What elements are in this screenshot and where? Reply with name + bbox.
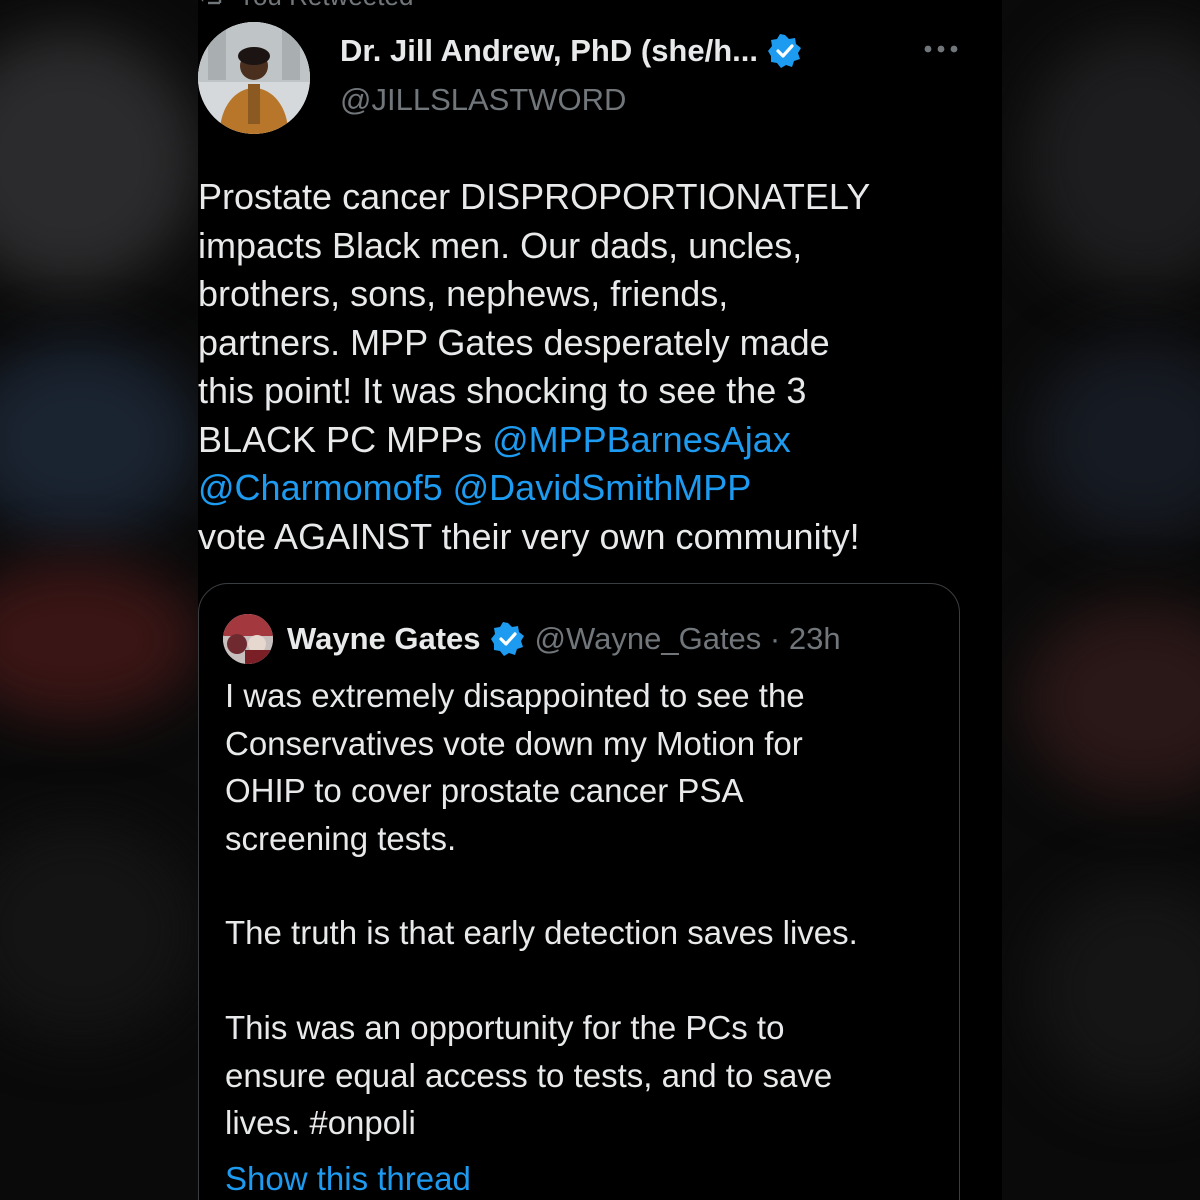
show-thread-link[interactable]: Show this thread bbox=[225, 1160, 471, 1198]
author-avatar[interactable] bbox=[198, 22, 310, 134]
quoted-tweet-header: Wayne Gates @Wayne_Gates · 23h bbox=[223, 614, 841, 664]
mention-link[interactable]: @DavidSmithMPP bbox=[453, 467, 752, 508]
author-name-row: Dr. Jill Andrew, PhD (she/h... bbox=[340, 33, 802, 69]
more-options-icon bbox=[923, 41, 959, 59]
quoted-author-handle-time: @Wayne_Gates · 23h bbox=[534, 621, 841, 656]
quoted-tweet-text: This was an opportunity for the PCs to e… bbox=[225, 1004, 945, 1147]
tweet-text-ending: vote AGAINST their very own community! bbox=[198, 515, 860, 557]
retweet-banner: You Retweeted bbox=[198, 0, 413, 11]
quoted-paragraph-1: I was extremely disappointed to see the … bbox=[225, 677, 805, 857]
quoted-author-avatar[interactable] bbox=[223, 614, 273, 664]
quoted-paragraph-2: The truth is that early detection saves … bbox=[225, 914, 858, 951]
tweet-card[interactable]: You Retweeted Dr. Jill Andrew, PhD (she/… bbox=[198, 0, 1002, 1200]
tweet-text: Prostate cancer DISPROPORTIONATELY impac… bbox=[198, 173, 988, 561]
quoted-paragraph-3: This was an opportunity for the PCs to e… bbox=[225, 1009, 833, 1141]
screenshot-frame: You Retweeted Dr. Jill Andrew, PhD (she/… bbox=[0, 0, 1200, 1200]
author-name[interactable]: Dr. Jill Andrew, PhD (she/h... bbox=[340, 33, 758, 69]
mention-link[interactable]: @MPPBarnesAjax bbox=[492, 419, 791, 460]
retweet-icon bbox=[198, 0, 224, 12]
blurred-left-backdrop bbox=[0, 0, 200, 1200]
blurred-right-backdrop bbox=[1002, 0, 1200, 1200]
tweet-text-body: Prostate cancer DISPROPORTIONATELY impac… bbox=[198, 176, 871, 460]
mention-link[interactable]: @Charmomof5 bbox=[198, 467, 443, 508]
verified-badge-icon bbox=[490, 622, 525, 656]
quoted-tweet-text: The truth is that early detection saves … bbox=[225, 909, 945, 957]
more-options-button[interactable] bbox=[916, 30, 966, 70]
author-handle[interactable]: @JILLSLASTWORD bbox=[340, 82, 626, 118]
quoted-author-name[interactable]: Wayne Gates bbox=[287, 621, 481, 657]
verified-badge-icon bbox=[768, 34, 802, 68]
quoted-tweet-text: I was extremely disappointed to see the … bbox=[225, 672, 945, 862]
retweet-label: You Retweeted bbox=[238, 0, 413, 12]
